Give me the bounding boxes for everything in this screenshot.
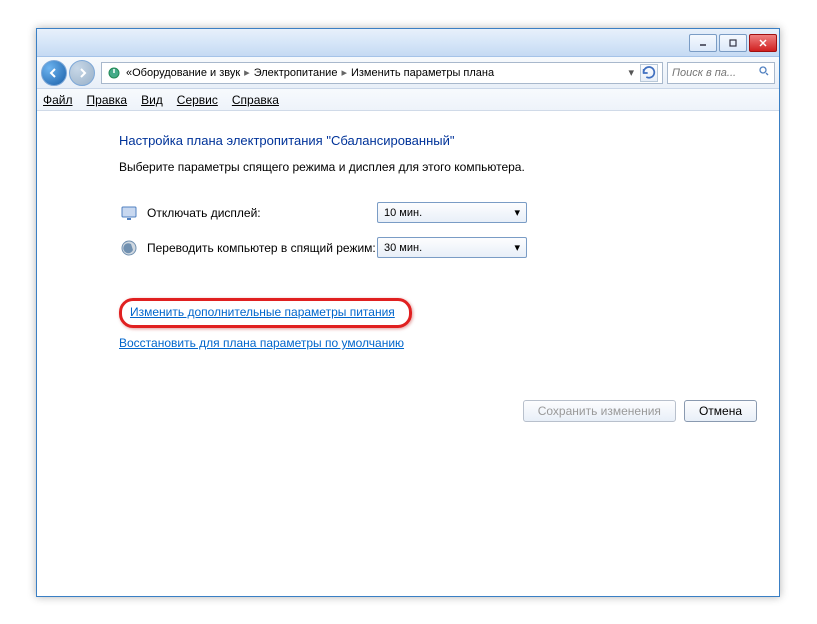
page-subtitle: Выберите параметры спящего режима и дисп…	[119, 160, 697, 174]
close-button[interactable]	[749, 34, 777, 52]
minimize-button[interactable]	[689, 34, 717, 52]
display-icon	[119, 203, 139, 223]
setting-row-display: Отключать дисплей: 10 мин. ▾	[119, 202, 697, 223]
display-off-select[interactable]: 10 мин. ▾	[377, 202, 527, 223]
refresh-button[interactable]	[640, 64, 658, 82]
chevron-down-icon: ▾	[514, 206, 520, 219]
menubar: Файл Правка Вид Сервис Справка	[37, 89, 779, 111]
breadcrumb-item[interactable]: Изменить параметры плана	[351, 67, 494, 79]
menu-tools[interactable]: Сервис	[177, 93, 218, 107]
searchbox[interactable]	[667, 62, 775, 84]
power-plan-icon	[106, 65, 122, 81]
cancel-button[interactable]: Отмена	[684, 400, 757, 422]
setting-row-sleep: Переводить компьютер в спящий режим: 30 …	[119, 237, 697, 258]
search-input[interactable]	[672, 67, 758, 79]
back-button[interactable]	[41, 60, 67, 86]
display-off-label: Отключать дисплей:	[147, 206, 377, 220]
sleep-label: Переводить компьютер в спящий режим:	[147, 241, 377, 255]
page-title: Настройка плана электропитания "Сбаланси…	[119, 133, 697, 148]
titlebar	[37, 29, 779, 57]
navbar: « Оборудование и звук ▸ Электропитание ▸…	[37, 57, 779, 89]
menu-view[interactable]: Вид	[141, 93, 163, 107]
chevron-right-icon: ▸	[341, 66, 347, 79]
sleep-select[interactable]: 30 мин. ▾	[377, 237, 527, 258]
addressbar[interactable]: « Оборудование и звук ▸ Электропитание ▸…	[101, 62, 663, 84]
chevron-right-icon: ▸	[244, 66, 250, 79]
sleep-icon	[119, 238, 139, 258]
content-area: Настройка плана электропитания "Сбаланси…	[37, 111, 779, 596]
button-row: Сохранить изменения Отмена	[119, 400, 757, 422]
advanced-settings-link[interactable]: Изменить дополнительные параметры питани…	[130, 305, 395, 319]
chevron-down-icon: ▾	[514, 241, 520, 254]
menu-file[interactable]: Файл	[43, 93, 73, 107]
links-block: Изменить дополнительные параметры питани…	[119, 298, 697, 350]
restore-defaults-link[interactable]: Восстановить для плана параметры по умол…	[119, 336, 404, 350]
chevron-down-icon[interactable]: ▾	[628, 66, 634, 79]
breadcrumb-item[interactable]: Электропитание	[254, 67, 338, 79]
highlight-annotation: Изменить дополнительные параметры питани…	[119, 298, 412, 328]
maximize-button[interactable]	[719, 34, 747, 52]
forward-button[interactable]	[69, 60, 95, 86]
breadcrumb-item[interactable]: Оборудование и звук	[132, 67, 240, 79]
save-button: Сохранить изменения	[523, 400, 676, 422]
menu-edit[interactable]: Правка	[87, 93, 128, 107]
window-frame: « Оборудование и звук ▸ Электропитание ▸…	[36, 28, 780, 597]
menu-help[interactable]: Справка	[232, 93, 279, 107]
search-icon	[758, 65, 770, 80]
